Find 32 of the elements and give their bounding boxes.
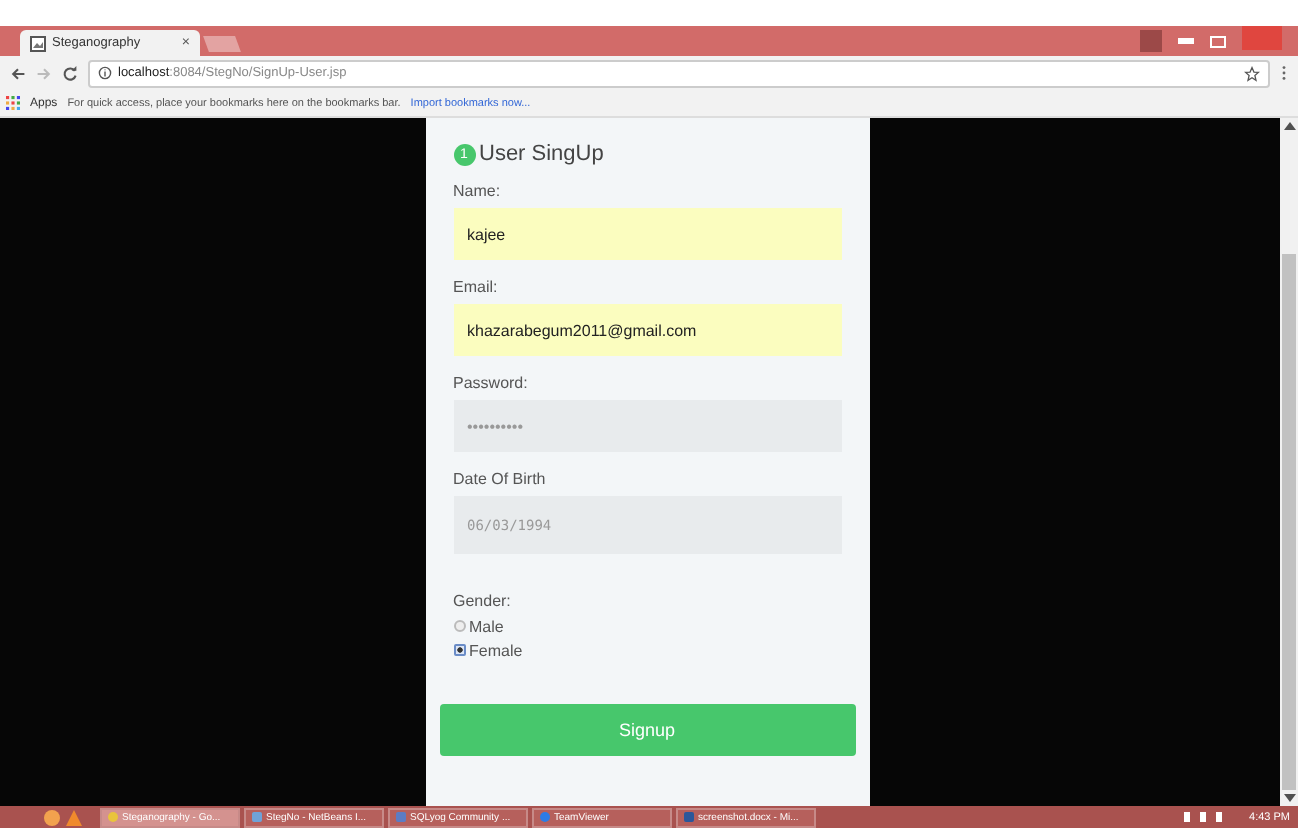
app-icon — [108, 812, 118, 822]
maximize-icon[interactable] — [1210, 35, 1226, 47]
scroll-up-icon[interactable] — [1283, 122, 1295, 130]
cone-icon[interactable] — [66, 809, 82, 825]
scrollbar-thumb[interactable] — [1282, 254, 1296, 790]
menu-icon[interactable] — [1280, 64, 1288, 82]
apps-icon — [6, 96, 20, 110]
text-field[interactable]: kajee — [453, 208, 841, 260]
text-field[interactable]: khazarabegum2011@gmail.com — [453, 304, 841, 356]
field-label: Password: — [453, 374, 530, 392]
radio-button[interactable] — [453, 644, 465, 656]
new-tab-button[interactable] — [203, 36, 241, 52]
app-icon — [684, 812, 694, 822]
radio-label[interactable]: Male — [469, 617, 504, 635]
back-icon[interactable] — [10, 65, 26, 81]
field-label: Email: — [453, 278, 500, 296]
scrollbar[interactable] — [1280, 118, 1298, 806]
radio-button[interactable] — [453, 620, 465, 632]
star-icon[interactable] — [1244, 65, 1260, 81]
field-label: Name: — [453, 182, 503, 200]
reload-icon[interactable] — [62, 65, 78, 81]
picture-icon — [30, 35, 46, 51]
field-label: Date Of Birth — [453, 470, 548, 488]
start-icon[interactable] — [44, 809, 60, 825]
app-icon — [396, 812, 406, 822]
forward-icon[interactable] — [36, 65, 52, 81]
gender-label: Gender: — [453, 592, 513, 610]
app-icon — [252, 812, 262, 822]
info-icon — [98, 66, 112, 80]
app-icon — [540, 812, 550, 822]
form-title: User SingUp — [479, 142, 604, 166]
radio-label[interactable]: Female — [469, 641, 523, 659]
